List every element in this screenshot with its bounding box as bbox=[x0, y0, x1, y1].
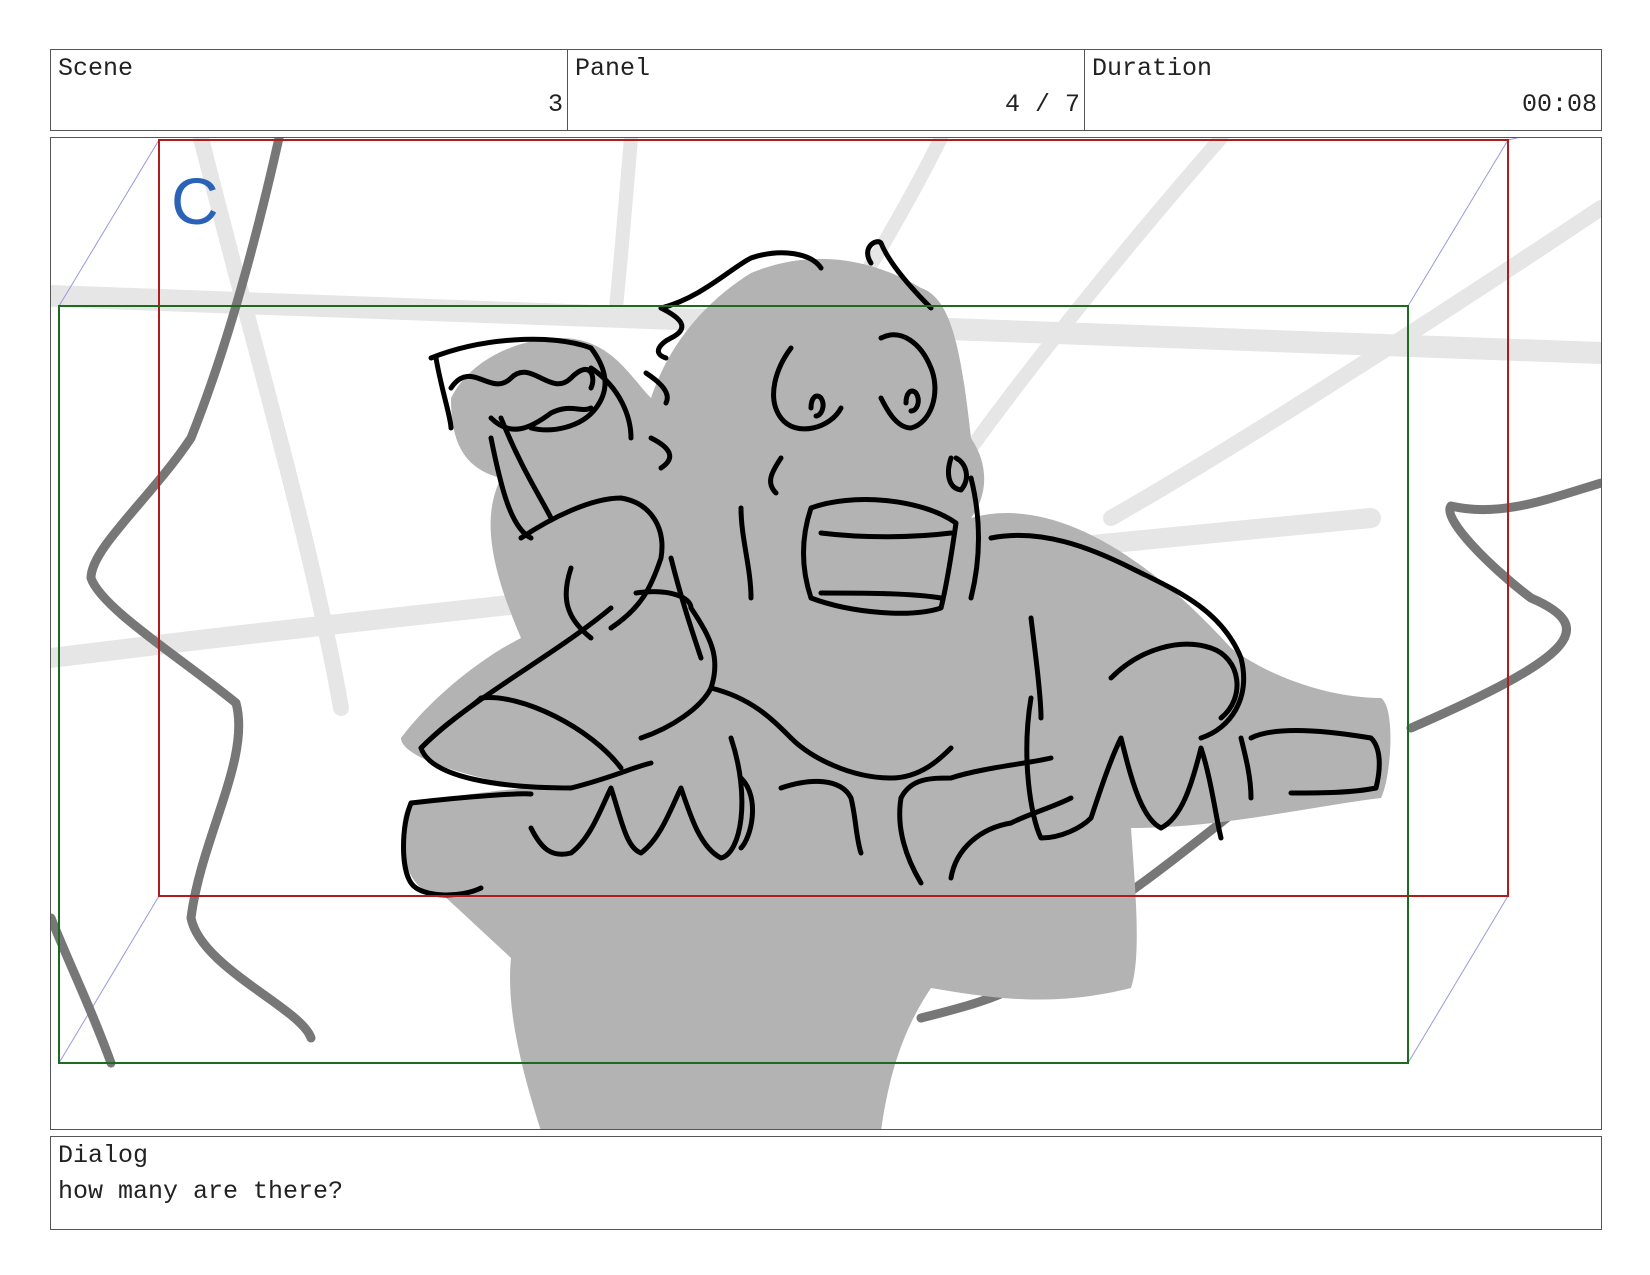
duration-value: 00:08 bbox=[1521, 90, 1597, 119]
camera-label: C bbox=[171, 164, 219, 238]
panel-number: 4 / 7 bbox=[1004, 90, 1080, 119]
dialog-box: Dialog how many are there? bbox=[50, 1136, 1602, 1230]
panel-cell: Panel 4 / 7 bbox=[567, 50, 1084, 130]
duration-label: Duration bbox=[1092, 54, 1213, 83]
panel-artwork: C bbox=[51, 138, 1601, 1129]
storyboard-panel: C bbox=[50, 137, 1602, 1130]
panel-label: Panel bbox=[575, 54, 651, 83]
scene-number: 3 bbox=[547, 90, 563, 119]
dialog-text: how many are there? bbox=[58, 1177, 344, 1206]
scene-cell: Scene 3 bbox=[51, 50, 567, 130]
dialog-label: Dialog bbox=[58, 1141, 149, 1170]
scene-label: Scene bbox=[58, 54, 134, 83]
panel-info-header: Scene 3 Panel 4 / 7 Duration 00:08 bbox=[50, 49, 1602, 131]
duration-cell: Duration 00:08 bbox=[1084, 50, 1601, 130]
